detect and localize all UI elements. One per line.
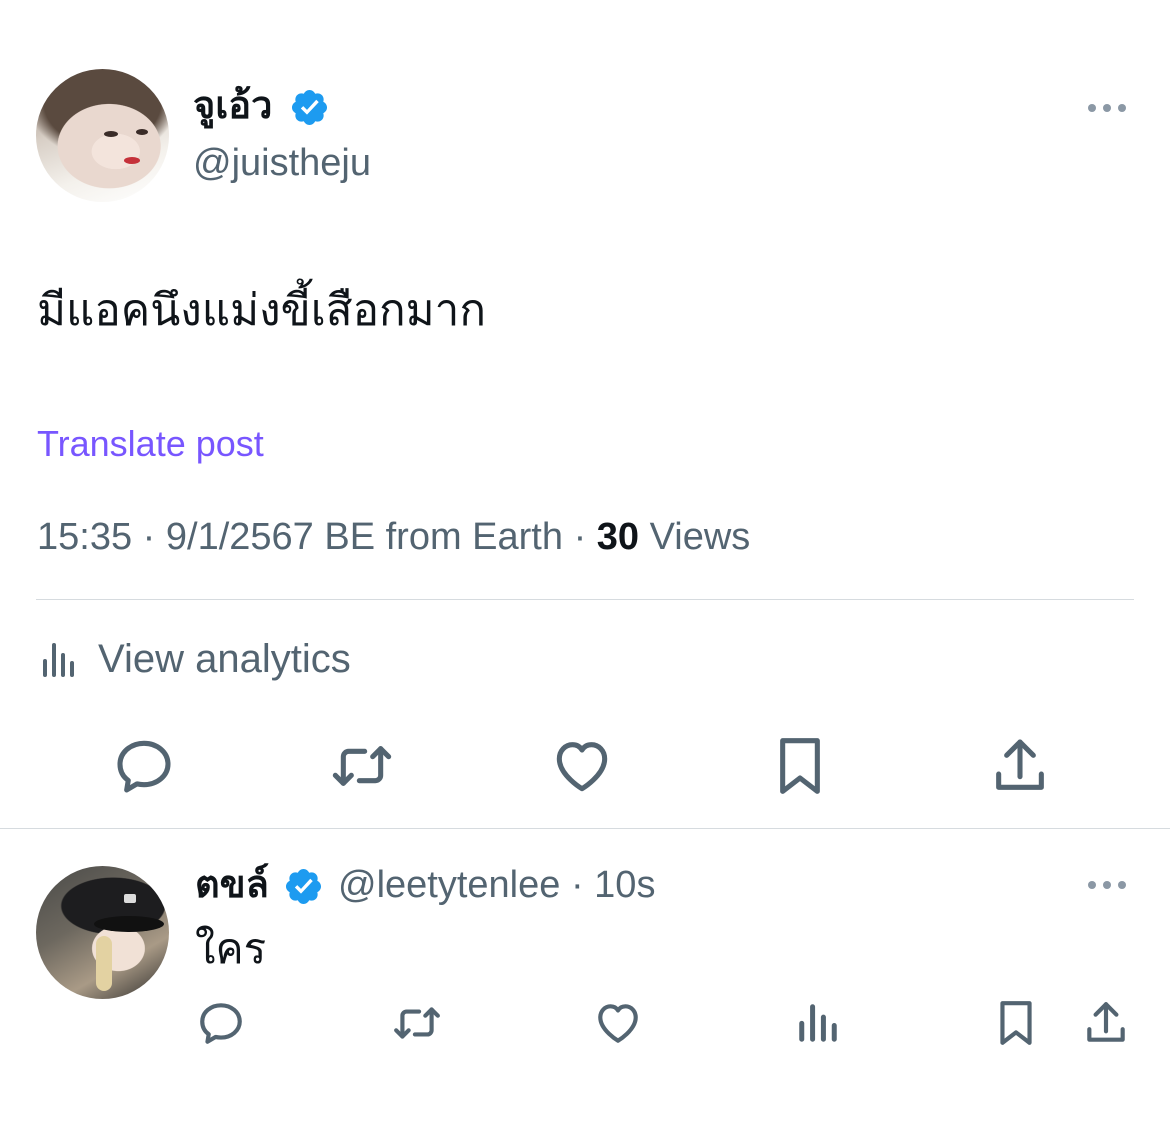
- reply-timestamp[interactable]: 10s: [594, 864, 655, 906]
- divider: [0, 828, 1170, 829]
- reply-icon: [117, 740, 171, 793]
- reply-text: ใคร: [195, 925, 267, 972]
- more-options-icon[interactable]: [1085, 100, 1129, 116]
- reply-icon: [200, 1003, 242, 1044]
- author-avatar[interactable]: [36, 69, 169, 202]
- reply-repost-button[interactable]: [392, 998, 442, 1048]
- reply-button[interactable]: [112, 734, 176, 798]
- author-handle[interactable]: @juistheju: [193, 140, 371, 186]
- bookmark-icon: [1000, 1001, 1032, 1045]
- post-source: from Earth: [385, 516, 563, 558]
- reply-analytics-button[interactable]: [793, 998, 843, 1048]
- post-time[interactable]: 15:35: [37, 516, 132, 558]
- reply-handle[interactable]: @leetytenlee: [338, 864, 560, 906]
- repost-button[interactable]: [330, 734, 394, 798]
- reply-like-button[interactable]: [593, 998, 643, 1048]
- repost-icon: [332, 746, 392, 786]
- like-button[interactable]: [550, 734, 614, 798]
- post-date[interactable]: 9/1/2567 BE: [166, 516, 375, 558]
- reply-bookmark-button[interactable]: [991, 998, 1041, 1048]
- view-analytics-link[interactable]: View analytics: [40, 634, 351, 684]
- reply-share-button[interactable]: [1081, 998, 1131, 1048]
- divider: [36, 599, 1134, 600]
- analytics-icon: [799, 1004, 837, 1042]
- reply-author-display-name[interactable]: ตขล์: [195, 862, 269, 908]
- analytics-icon: [43, 643, 74, 677]
- repost-icon: [394, 1007, 440, 1039]
- meta-separator: ·: [142, 516, 156, 558]
- reply-author-handle-and-time: @leetytenlee · 10s: [338, 862, 655, 908]
- bookmark-icon: [780, 738, 820, 794]
- share-icon: [1087, 1002, 1125, 1042]
- view-analytics-label: View analytics: [98, 637, 351, 681]
- more-options-icon[interactable]: [1085, 877, 1129, 893]
- translate-post-link[interactable]: Translate post: [37, 421, 264, 467]
- verified-badge-icon: [291, 89, 328, 126]
- meta-separator: ·: [573, 516, 587, 558]
- like-icon: [598, 1004, 638, 1043]
- verified-badge-icon: [285, 868, 322, 905]
- meta-separator: ·: [570, 864, 584, 906]
- post-metadata: 15:35 · 9/1/2567 BE from Earth · 30 View…: [37, 513, 750, 561]
- author-display-name[interactable]: จูเอ้ว: [193, 83, 272, 129]
- share-icon: [996, 739, 1044, 790]
- share-button[interactable]: [988, 734, 1052, 798]
- bookmark-button[interactable]: [768, 734, 832, 798]
- post-text: มีแอคนึงแม่งขี้เสือกมาก: [37, 286, 487, 335]
- views-count: 30: [596, 516, 640, 558]
- views-label: Views: [649, 516, 751, 558]
- reply-author-avatar[interactable]: [36, 866, 169, 999]
- like-icon: [556, 742, 608, 792]
- reply-reply-button[interactable]: [196, 998, 246, 1048]
